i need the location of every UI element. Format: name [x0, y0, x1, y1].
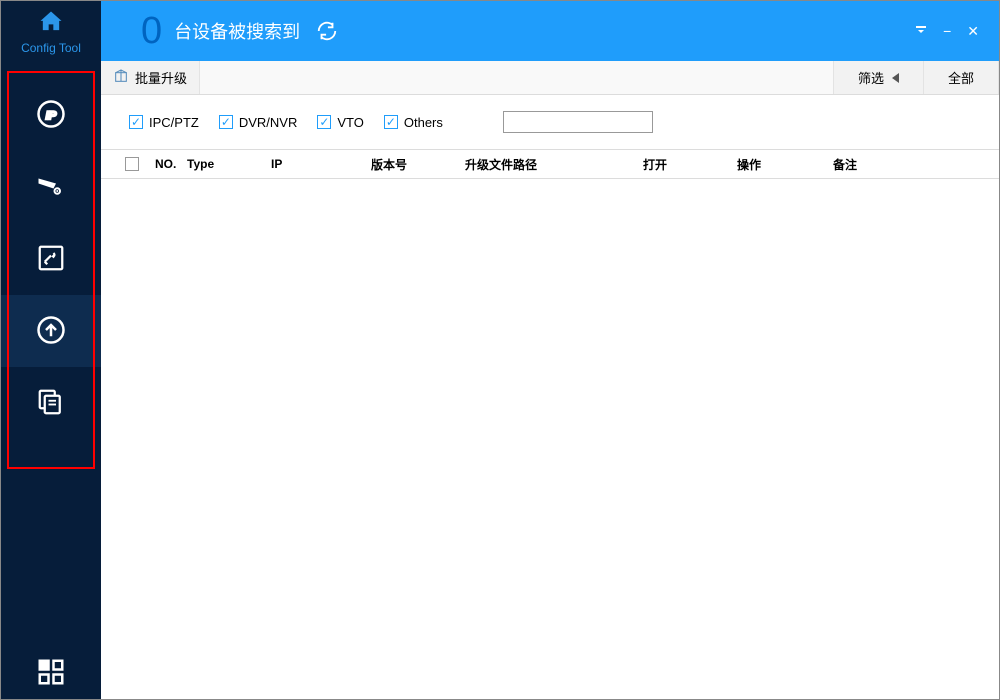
- checkbox-icon: [125, 157, 139, 171]
- header-upgrade-path: 升级文件路径: [459, 156, 637, 173]
- checkbox-ipcptz[interactable]: IPC/PTZ: [129, 115, 199, 130]
- batch-upgrade-button[interactable]: 批量升级: [101, 61, 200, 94]
- filter-row: IPC/PTZ DVR/NVR VTO Others: [101, 95, 999, 149]
- header-no: NO.: [149, 157, 181, 171]
- dropdown-icon[interactable]: [915, 23, 927, 39]
- batch-upgrade-label: 批量升级: [135, 68, 187, 87]
- checkbox-ipcptz-label: IPC/PTZ: [149, 115, 199, 130]
- checkbox-dvrnvr[interactable]: DVR/NVR: [219, 115, 298, 130]
- header-title-area: 0 台设备被搜索到: [101, 1, 915, 61]
- checkbox-others[interactable]: Others: [384, 115, 443, 130]
- sidebar-item-ip[interactable]: IP: [1, 79, 101, 151]
- all-label: 全部: [948, 68, 974, 87]
- header-operation: 操作: [731, 156, 827, 173]
- header-select-all[interactable]: [119, 157, 149, 171]
- checkbox-others-label: Others: [404, 115, 443, 130]
- svg-text:IP: IP: [46, 110, 57, 122]
- brand-block: Config Tool: [1, 1, 101, 61]
- sidebar-item-list[interactable]: [1, 367, 101, 439]
- minimize-button[interactable]: −: [943, 23, 951, 39]
- checkbox-vto-label: VTO: [337, 115, 364, 130]
- upgrade-icon: [36, 315, 66, 348]
- package-icon: [113, 68, 135, 87]
- header-title: 台设备被搜索到: [174, 18, 300, 44]
- refresh-icon[interactable]: [316, 20, 338, 42]
- main-panel: 批量升级 筛选 全部 IPC/PTZ: [101, 61, 999, 699]
- list-icon: [36, 387, 66, 420]
- app-header: Config Tool 0 台设备被搜索到 − ✕: [1, 1, 999, 61]
- header-ip: IP: [265, 157, 365, 171]
- brand-name: Config Tool: [21, 41, 81, 55]
- checkbox-icon: [317, 115, 331, 129]
- sidebar-item-camera[interactable]: [1, 151, 101, 223]
- header-type: Type: [181, 157, 265, 171]
- table-body: [101, 179, 999, 699]
- filter-label: 筛选: [858, 68, 884, 87]
- header-version: 版本号: [365, 156, 459, 173]
- all-button[interactable]: 全部: [923, 61, 999, 94]
- search-input[interactable]: [503, 111, 653, 133]
- chevron-left-icon: [892, 73, 899, 83]
- checkbox-icon: [129, 115, 143, 129]
- header-open: 打开: [637, 156, 731, 173]
- sidebar-item-tools[interactable]: [1, 223, 101, 295]
- toolbar: 批量升级 筛选 全部: [101, 61, 999, 95]
- filter-button[interactable]: 筛选: [833, 61, 923, 94]
- checkbox-icon: [219, 115, 233, 129]
- checkbox-vto[interactable]: VTO: [317, 115, 364, 130]
- ip-icon: IP: [36, 99, 66, 132]
- tools-icon: [36, 243, 66, 276]
- device-count: 0: [141, 10, 162, 53]
- search-button[interactable]: [673, 112, 693, 132]
- sidebar-item-upgrade[interactable]: [1, 295, 101, 367]
- table-header: NO. Type IP 版本号 升级文件路径 打开 操作 备注: [101, 149, 999, 179]
- checkbox-dvrnvr-label: DVR/NVR: [239, 115, 298, 130]
- home-icon: [37, 8, 65, 39]
- sidebar-apps-icon[interactable]: [36, 657, 66, 687]
- header-note: 备注: [827, 156, 999, 173]
- sidebar: IP: [1, 61, 101, 699]
- close-button[interactable]: ✕: [967, 23, 979, 40]
- window-controls: − ✕: [915, 1, 999, 61]
- checkbox-icon: [384, 115, 398, 129]
- camera-icon: [36, 171, 66, 204]
